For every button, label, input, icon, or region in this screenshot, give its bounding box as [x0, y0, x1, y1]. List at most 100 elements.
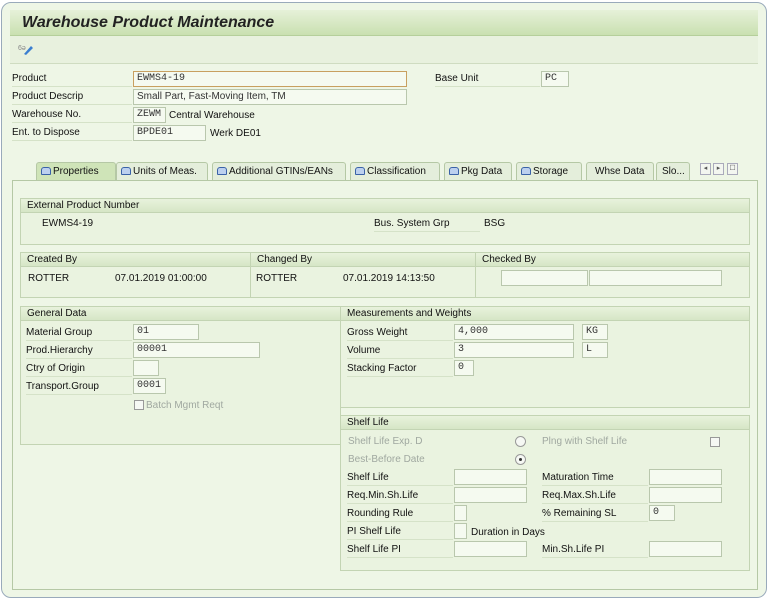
- req-max-shelf-life-label: Req.Max.Sh.Life: [542, 488, 648, 504]
- material-group-input[interactable]: 01: [133, 324, 199, 340]
- volume-unit-input[interactable]: L: [582, 342, 608, 358]
- ctry-origin-label: Ctry of Origin: [26, 361, 132, 377]
- tab-list-button[interactable]: ☐: [727, 163, 738, 175]
- product-descrip-label: Product Descrip: [12, 89, 132, 105]
- tab-storage[interactable]: Storage: [516, 162, 582, 181]
- best-before-date-radio[interactable]: [515, 454, 526, 465]
- tab-label: Units of Meas.: [133, 166, 197, 177]
- group-header: Changed By: [251, 253, 475, 267]
- title-bar: Warehouse Product Maintenance: [10, 10, 758, 36]
- tab-icon: [355, 167, 365, 175]
- tab-icon: [521, 167, 531, 175]
- external-product-value: EWMS4-19: [42, 218, 94, 229]
- tab-label: Pkg Data: [461, 166, 503, 177]
- base-unit-input[interactable]: PC: [541, 71, 569, 87]
- batch-mgmt-label: Batch Mgmt Reqt: [146, 400, 224, 411]
- maturation-time-input[interactable]: [649, 469, 722, 485]
- group-header: Created By: [21, 253, 250, 267]
- changed-by-user: ROTTER: [256, 273, 298, 284]
- warehouse-text: Central Warehouse: [169, 110, 255, 121]
- tab-label: Additional GTINs/EANs: [229, 166, 333, 177]
- svg-text:6ǝ: 6ǝ: [18, 45, 26, 52]
- transport-group-input[interactable]: 0001: [133, 378, 166, 394]
- min-shelf-life-pi-input[interactable]: [649, 541, 722, 557]
- bus-system-grp-label: Bus. System Grp: [374, 216, 480, 232]
- product-input[interactable]: EWMS4-19: [133, 71, 407, 87]
- min-shelf-life-pi-label: Min.Sh.Life PI: [542, 542, 648, 558]
- tab-icon: [41, 167, 51, 175]
- ctry-origin-input[interactable]: [133, 360, 159, 376]
- gross-weight-label: Gross Weight: [347, 325, 453, 341]
- shelf-life-input[interactable]: [454, 469, 527, 485]
- checked-on-date-field[interactable]: [589, 270, 722, 286]
- group-header: General Data: [21, 307, 340, 321]
- toolbar: 6ǝ: [10, 36, 758, 64]
- shelf-life-exp-radio[interactable]: [515, 436, 526, 447]
- tab-icon: [449, 167, 459, 175]
- tab-label: Slo...: [662, 166, 685, 177]
- pi-shelf-life-label: PI Shelf Life: [347, 524, 453, 540]
- product-descrip-input[interactable]: Small Part, Fast-Moving Item, TM: [133, 89, 407, 105]
- tab-prev-button[interactable]: ◂: [700, 163, 711, 175]
- gross-weight-unit-input[interactable]: KG: [582, 324, 608, 340]
- tab-label: Whse Data: [595, 166, 645, 177]
- shelf-life-pi-input[interactable]: [454, 541, 527, 557]
- ent-dispose-text: Werk DE01: [210, 128, 261, 139]
- pi-shelf-life-input[interactable]: [454, 523, 467, 539]
- shelf-life-label: Shelf Life: [347, 470, 453, 486]
- group-header: Measurements and Weights: [341, 307, 749, 321]
- req-min-shelf-life-label: Req.Min.Sh.Life: [347, 488, 453, 504]
- rounding-rule-input[interactable]: [454, 505, 467, 521]
- bus-system-grp-value: BSG: [484, 218, 506, 229]
- display-change-icon[interactable]: 6ǝ: [18, 42, 34, 56]
- tab-pkg-data[interactable]: Pkg Data: [444, 162, 512, 181]
- ent-dispose-input[interactable]: BPDE01: [133, 125, 206, 141]
- tab-units-of-meas[interactable]: Units of Meas.: [116, 162, 208, 181]
- tab-label: Classification: [367, 166, 426, 177]
- tab-label: Properties: [53, 166, 99, 177]
- tab-icon: [217, 167, 227, 175]
- created-on-date: 07.01.2019 01:00:00: [115, 273, 207, 284]
- tab-classification[interactable]: Classification: [350, 162, 440, 181]
- maturation-time-label: Maturation Time: [542, 470, 648, 486]
- rounding-rule-label: Rounding Rule: [347, 506, 453, 522]
- tab-next-button[interactable]: ▸: [713, 163, 724, 175]
- plng-shelf-life-checkbox[interactable]: [710, 437, 720, 447]
- transport-group-label: Transport.Group: [26, 379, 132, 395]
- volume-input[interactable]: 3: [454, 342, 574, 358]
- remaining-sl-input[interactable]: 0: [649, 505, 675, 521]
- group-header: Checked By: [476, 253, 749, 267]
- tab-icon: [121, 167, 131, 175]
- stacking-factor-label: Stacking Factor: [347, 361, 453, 377]
- tab-additional-gtins[interactable]: Additional GTINs/EANs: [212, 162, 346, 181]
- prod-hierarchy-input[interactable]: 00001: [133, 342, 260, 358]
- req-max-shelf-life-input[interactable]: [649, 487, 722, 503]
- volume-label: Volume: [347, 343, 453, 359]
- changed-on-date: 07.01.2019 14:13:50: [343, 273, 435, 284]
- page-title: Warehouse Product Maintenance: [22, 14, 275, 31]
- duration-in-days-text: Duration in Days: [471, 527, 545, 538]
- shelf-life-pi-label: Shelf Life PI: [347, 542, 453, 558]
- group-header: Shelf Life: [341, 416, 749, 430]
- best-before-date-label: Best-Before Date: [348, 454, 425, 465]
- gross-weight-input[interactable]: 4,000: [454, 324, 574, 340]
- product-label: Product: [12, 71, 132, 87]
- tab-strip: Properties Units of Meas. Additional GTI…: [14, 162, 754, 181]
- remaining-sl-label: % Remaining SL: [542, 506, 648, 522]
- warehouse-input[interactable]: ZEWM: [133, 107, 166, 123]
- group-header: External Product Number: [21, 199, 749, 213]
- ent-dispose-label: Ent. to Dispose: [12, 125, 132, 141]
- tab-slotting[interactable]: Slo...: [656, 162, 690, 181]
- prod-hierarchy-label: Prod.Hierarchy: [26, 343, 132, 359]
- created-by-user: ROTTER: [28, 273, 70, 284]
- batch-mgmt-checkbox[interactable]: [134, 400, 144, 410]
- req-min-shelf-life-input[interactable]: [454, 487, 527, 503]
- stacking-factor-input[interactable]: 0: [454, 360, 474, 376]
- tab-properties[interactable]: Properties: [36, 162, 116, 181]
- tab-whse-data[interactable]: Whse Data: [586, 162, 654, 181]
- shelf-life-exp-label: Shelf Life Exp. D: [348, 436, 423, 447]
- warehouse-label: Warehouse No.: [12, 107, 132, 123]
- base-unit-label: Base Unit: [435, 71, 540, 87]
- checked-by-user-field[interactable]: [501, 270, 588, 286]
- material-group-label: Material Group: [26, 325, 132, 341]
